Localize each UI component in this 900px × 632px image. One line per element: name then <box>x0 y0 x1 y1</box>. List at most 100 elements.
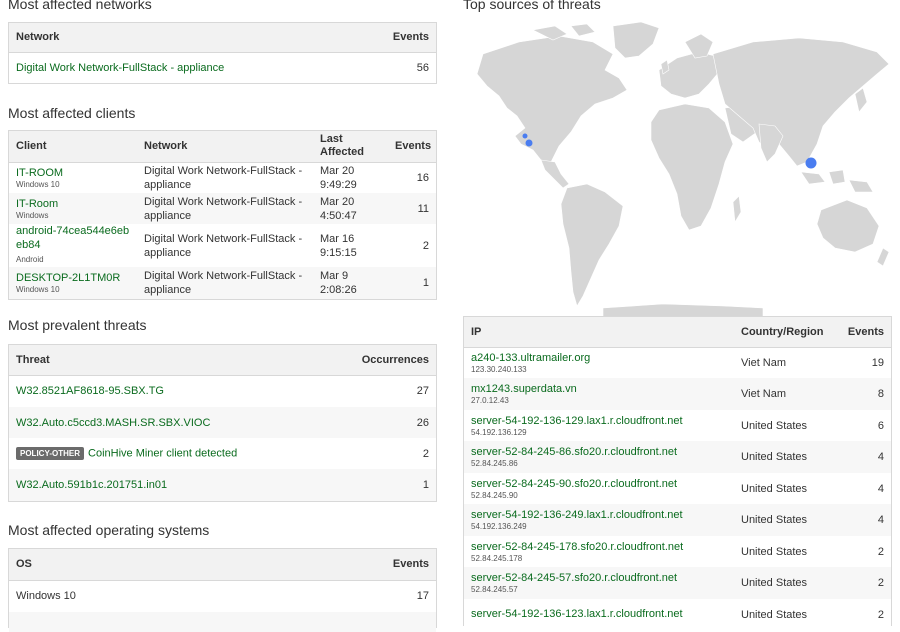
marker-vietnam[interactable] <box>805 157 817 169</box>
left-column: Most affected networks Network Events Di… <box>8 0 437 632</box>
client-events: 11 <box>388 193 436 224</box>
os-col-events[interactable]: Events <box>349 549 436 581</box>
clients-col-client[interactable]: Client <box>9 131 137 163</box>
client-date: Mar 16 <box>320 232 355 245</box>
table-row: server-54-192-136-129.lax1.r.cloudfront.… <box>464 410 891 441</box>
marker-us-west[interactable] <box>525 139 533 147</box>
source-host-link[interactable]: server-54-192-136-129.lax1.r.cloudfront.… <box>471 415 683 427</box>
client-date: Mar 20 <box>320 164 355 177</box>
threat-link[interactable]: W32.Auto.591b1c.201751.in01 <box>16 479 167 491</box>
client-last-affected: Mar 9 2:08:26 <box>313 267 388 299</box>
client-time: 2:08:26 <box>320 284 357 296</box>
source-country: United States <box>741 545 808 558</box>
clients-col-last-affected[interactable]: Last Affected <box>313 131 388 163</box>
os-title: Most affected operating systems <box>8 522 210 538</box>
table-row <box>9 612 436 632</box>
threat-occurrences: 1 <box>339 469 436 501</box>
client-events: 1 <box>388 267 436 299</box>
source-events: 4 <box>838 441 891 473</box>
client-date: Mar 20 <box>320 195 355 208</box>
source-ip: 54.192.136.129 <box>471 427 527 437</box>
marker-us-west[interactable] <box>522 133 528 139</box>
os-events: 17 <box>416 590 429 603</box>
networks-title: Most affected networks <box>8 0 152 12</box>
client-link[interactable]: android-74cea544e6ebeb84 <box>16 225 129 251</box>
clients-col-network[interactable]: Network <box>137 131 313 163</box>
network-link[interactable]: Digital Work Network-FullStack - applian… <box>16 62 224 74</box>
client-link[interactable]: IT-ROOM <box>16 167 63 179</box>
os-table: OS Events Windows 10 17 <box>8 548 437 632</box>
source-host-link[interactable]: a240-133.ultramailer.org <box>471 352 590 364</box>
networks-table: Network Events Digital Work Network-Full… <box>8 22 437 84</box>
sources-col-ip[interactable]: IP <box>464 317 734 348</box>
threat-occurrences: 26 <box>339 407 436 438</box>
source-country: United States <box>741 608 808 621</box>
source-events: 4 <box>838 504 891 536</box>
world-map[interactable] <box>463 12 892 317</box>
source-ip: 52.84.245.57 <box>471 585 518 594</box>
threats-col-threat[interactable]: Threat <box>9 345 339 376</box>
client-link[interactable]: IT-Room <box>16 198 58 210</box>
client-network: Digital Work Network-FullStack - applian… <box>137 267 313 299</box>
source-host-link[interactable]: server-54-192-136-249.lax1.r.cloudfront.… <box>471 509 683 521</box>
source-ip: 52.84.245.90 <box>471 490 518 500</box>
client-time: 9:49:29 <box>320 178 357 191</box>
source-ip: 54.192.136.249 <box>471 522 527 531</box>
source-host-link[interactable]: server-52-84-245-57.sfo20.r.cloudfront.n… <box>471 572 677 584</box>
threats-table: Threat Occurrences W32.8521AF8618-95.SBX… <box>8 344 437 502</box>
table-row: Digital Work Network-FullStack - applian… <box>9 52 436 83</box>
source-host-link[interactable]: server-52-84-245-90.sfo20.r.cloudfront.n… <box>471 478 677 490</box>
clients-col-events[interactable]: Events <box>388 131 436 163</box>
sources-col-events[interactable]: Events <box>838 317 891 348</box>
policy-badge: POLICY-OTHER <box>16 447 85 460</box>
networks-col-events[interactable]: Events <box>349 23 436 53</box>
threats-title: Most prevalent threats <box>8 317 147 333</box>
source-country: Viet Nam <box>741 356 787 369</box>
source-events: 2 <box>838 567 891 599</box>
client-date: Mar 9 <box>320 270 349 282</box>
table-row: server-54-192-136-249.lax1.r.cloudfront.… <box>464 504 891 536</box>
sources-table: IP Country/Region Events a240-133.ultram… <box>463 316 892 626</box>
source-events: 4 <box>877 482 884 495</box>
source-events: 8 <box>838 378 891 410</box>
networks-col-network[interactable]: Network <box>9 23 349 53</box>
threat-occurrences: 2 <box>422 447 429 460</box>
client-network: Digital Work Network-FullStack - applian… <box>144 232 303 259</box>
sources-title: Top sources of threats <box>463 0 601 12</box>
clients-table: Client Network Last Affected Events IT-R… <box>8 130 437 300</box>
table-row: W32.Auto.591b1c.201751.in01 1 <box>9 469 436 501</box>
threat-link[interactable]: W32.Auto.c5ccd3.MASH.SR.SBX.VIOC <box>16 417 210 429</box>
source-country: United States <box>734 504 838 536</box>
source-host-link[interactable]: server-52-84-245-178.sfo20.r.cloudfront.… <box>471 541 683 553</box>
source-ip: 52.84.245.86 <box>471 459 518 468</box>
table-row: IT-Room Windows Digital Work Network-Full… <box>9 193 436 224</box>
source-host-link[interactable]: server-52-84-245-86.sfo20.r.cloudfront.n… <box>471 446 677 458</box>
threat-link[interactable]: W32.8521AF8618-95.SBX.TG <box>16 385 164 397</box>
table-row: W32.Auto.c5ccd3.MASH.SR.SBX.VIOC 26 <box>9 407 436 438</box>
os-name: Windows 10 <box>16 590 76 603</box>
source-host-link[interactable]: server-54-192-136-123.lax1.r.cloudfront.… <box>471 608 683 620</box>
sources-col-country[interactable]: Country/Region <box>734 317 838 348</box>
table-row: IT-ROOM Windows 10 Digital Work Network-F… <box>9 162 436 193</box>
map-landmass <box>476 21 890 317</box>
source-host-link[interactable]: mx1243.superdata.vn <box>471 383 577 395</box>
table-row: server-54-192-136-123.lax1.r.cloudfront.… <box>464 599 891 630</box>
table-row: server-52-84-245-57.sfo20.r.cloudfront.n… <box>464 567 891 599</box>
threat-link[interactable]: CoinHive Miner client detected <box>88 447 237 459</box>
table-row: server-52-84-245-86.sfo20.r.cloudfront.n… <box>464 441 891 473</box>
threat-occurrences: 27 <box>416 385 429 398</box>
client-os: Windows 10 <box>16 179 60 189</box>
table-row: server-52-84-245-90.sfo20.r.cloudfront.n… <box>464 473 891 504</box>
client-time: 9:15:15 <box>320 246 357 259</box>
client-last-affected: Mar 20 4:50:47 <box>313 193 388 224</box>
os-col-os[interactable]: OS <box>9 549 349 581</box>
table-row: mx1243.superdata.vn 27.0.12.43 Viet Nam 8 <box>464 378 891 410</box>
source-country: United States <box>734 441 838 473</box>
source-country: United States <box>734 567 838 599</box>
table-row: a240-133.ultramailer.org 123.30.240.133 V… <box>464 347 891 378</box>
table-row: server-52-84-245-178.sfo20.r.cloudfront.… <box>464 536 891 567</box>
threats-col-occurrences[interactable]: Occurrences <box>339 345 436 376</box>
source-ip: 52.84.245.178 <box>471 553 523 563</box>
client-network: Digital Work Network-FullStack - applian… <box>137 193 313 224</box>
client-link[interactable]: DESKTOP-2L1TM0R <box>16 272 120 284</box>
